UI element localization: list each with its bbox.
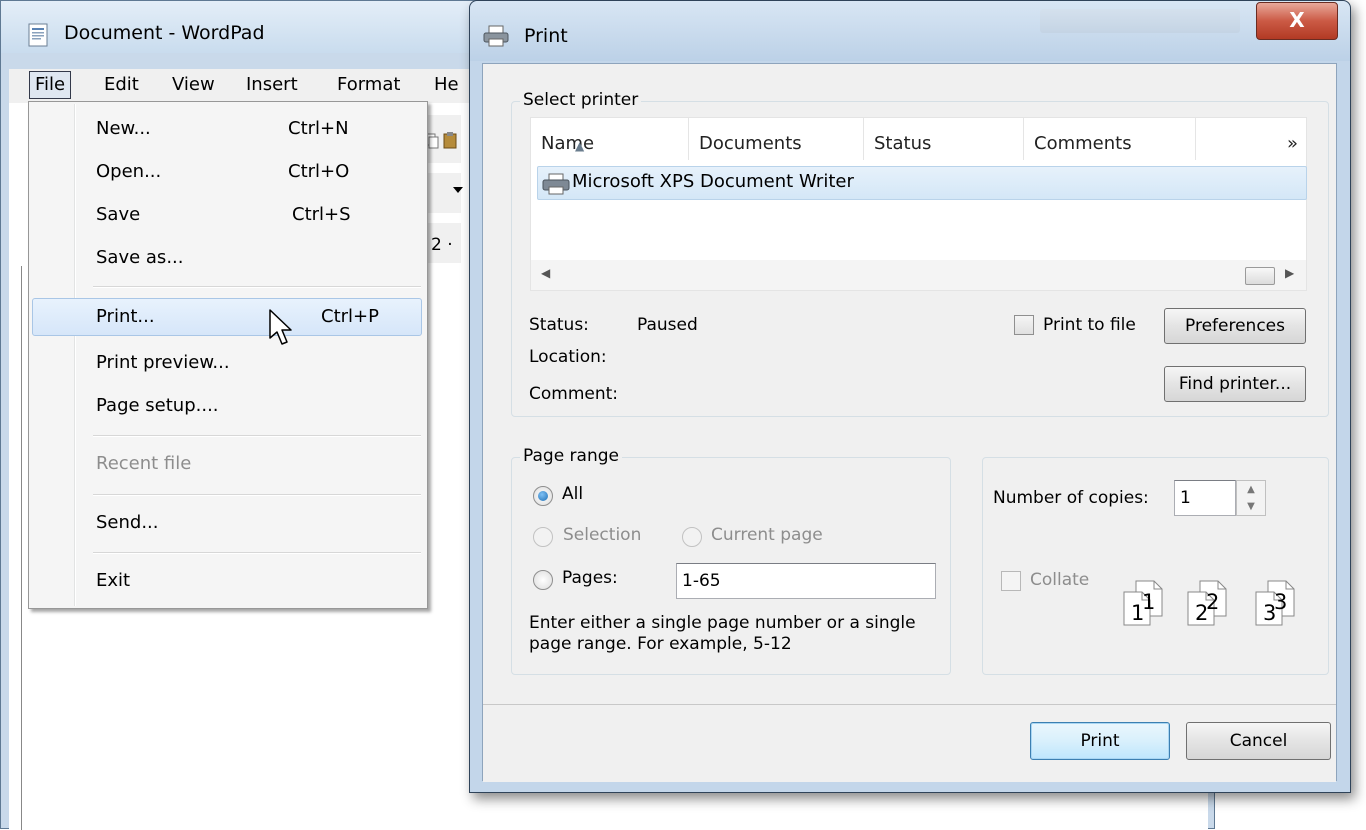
ruler-mark: 2 ·: [431, 235, 453, 255]
selection-radio: [533, 527, 553, 547]
print-button[interactable]: Print: [1030, 722, 1170, 760]
menu-item-exit[interactable]: Exit: [32, 562, 422, 600]
menu-item-print-preview[interactable]: Print preview...: [32, 344, 422, 382]
copies-input[interactable]: 1: [1174, 480, 1236, 516]
menu-item-new[interactable]: New... Ctrl+N: [32, 110, 422, 148]
printer-list[interactable]: ▲ Name Documents Status Comments » Micro…: [530, 117, 1307, 291]
wordpad-document-icon: [28, 23, 48, 47]
menu-item-label: Exit: [96, 570, 131, 591]
sort-ascending-icon: ▲: [575, 139, 585, 153]
group-title: Select printer: [520, 90, 642, 110]
menu-insert[interactable]: Insert: [241, 72, 303, 98]
group-title: Page range: [520, 446, 622, 466]
cancel-button[interactable]: Cancel: [1186, 722, 1331, 760]
column-comments[interactable]: Comments: [1024, 118, 1196, 160]
preferences-button[interactable]: Preferences: [1164, 308, 1306, 344]
current-page-label: Current page: [711, 525, 823, 545]
all-pages-label: All: [562, 484, 584, 504]
menu-item-label: Print...: [96, 306, 155, 327]
menu-item-recent-file: Recent file: [32, 445, 422, 483]
menu-item-save[interactable]: Save Ctrl+S: [32, 196, 422, 234]
scroll-thumb[interactable]: [1245, 267, 1275, 285]
list-header: ▲ Name Documents Status Comments »: [531, 118, 1306, 160]
pages-label: Pages:: [562, 568, 618, 588]
page-number: 3: [1274, 590, 1288, 614]
menu-item-label: Send...: [96, 512, 159, 533]
file-menu: New... Ctrl+N Open... Ctrl+O Save Ctrl+S…: [28, 101, 428, 609]
menu-item-open[interactable]: Open... Ctrl+O: [32, 153, 422, 191]
scroll-left-icon[interactable]: ◀: [541, 266, 550, 280]
horizontal-scrollbar[interactable]: ◀ ▶: [531, 260, 1306, 290]
menu-separator: [93, 286, 421, 288]
collate-checkbox: [1001, 571, 1021, 591]
column-name[interactable]: ▲ Name: [531, 118, 689, 160]
print-to-file-label: Print to file: [1043, 315, 1136, 335]
menu-item-shortcut: Ctrl+O: [288, 161, 350, 182]
location-label: Location:: [529, 347, 607, 367]
printer-name: Microsoft XPS Document Writer: [572, 171, 854, 192]
menu-item-label: Save: [96, 204, 141, 225]
status-label: Status:: [529, 315, 589, 335]
spin-up-icon[interactable]: ▲: [1237, 481, 1265, 498]
page-number: 1: [1142, 590, 1156, 614]
find-printer-button[interactable]: Find printer...: [1164, 366, 1306, 402]
menu-file[interactable]: File: [29, 71, 72, 99]
print-dialog-title: Print: [524, 25, 568, 47]
column-overflow-chevron[interactable]: »: [1196, 118, 1308, 160]
comment-label: Comment:: [529, 384, 619, 404]
all-pages-radio[interactable]: [533, 486, 553, 506]
collate-page-icon: 2 2: [1184, 580, 1228, 626]
menu-item-shortcut: Ctrl+P: [321, 306, 379, 327]
pages-radio[interactable]: [533, 570, 553, 590]
wordpad-title: Document - WordPad: [64, 22, 265, 44]
page-range-hint-line2: page range. For example, 5-12: [529, 634, 792, 654]
menu-item-save-as[interactable]: Save as...: [32, 239, 422, 277]
column-documents[interactable]: Documents: [689, 118, 864, 160]
menu-separator: [93, 494, 421, 496]
page-range-hint-line1: Enter either a single page number or a s…: [529, 613, 916, 633]
page-number: 2: [1206, 590, 1220, 614]
menu-item-label: Recent file: [96, 453, 192, 474]
collate-label: Collate: [1030, 570, 1090, 590]
menu-item-page-setup[interactable]: Page setup....: [32, 387, 422, 425]
menu-item-label: Print preview...: [96, 352, 230, 373]
menu-item-shortcut: Ctrl+N: [288, 118, 349, 139]
paste-icon[interactable]: [443, 131, 457, 149]
scroll-right-icon[interactable]: ▶: [1285, 266, 1294, 280]
chevron-down-icon: [453, 187, 463, 193]
window-controls: [1040, 9, 1240, 33]
copies-label: Number of copies:: [993, 488, 1149, 508]
print-to-file-checkbox[interactable]: [1014, 315, 1034, 335]
print-dialog-titlebar[interactable]: Print X: [470, 1, 1350, 61]
pages-input[interactable]: 1-65: [676, 563, 936, 599]
menu-item-label: Page setup....: [96, 395, 219, 416]
mouse-pointer-icon: [269, 309, 292, 345]
spin-down-icon[interactable]: ▼: [1237, 498, 1265, 515]
menu-item-label: Save as...: [96, 247, 184, 268]
menu-item-send[interactable]: Send...: [32, 504, 422, 542]
close-button[interactable]: X: [1256, 2, 1338, 40]
printer-row[interactable]: Microsoft XPS Document Writer: [537, 166, 1307, 200]
copies-spinner[interactable]: ▲ ▼: [1236, 480, 1266, 516]
menu-item-label: New...: [96, 118, 151, 139]
column-status[interactable]: Status: [864, 118, 1024, 160]
printer-icon: [483, 25, 509, 47]
selection-label: Selection: [563, 525, 642, 545]
menu-view[interactable]: View: [167, 72, 220, 98]
menu-help[interactable]: He: [429, 72, 464, 98]
menu-separator: [93, 435, 421, 437]
collate-page-icon: 1 1: [1120, 580, 1164, 626]
menu-edit[interactable]: Edit: [99, 72, 144, 98]
status-value: Paused: [637, 315, 698, 335]
printer-icon: [542, 173, 570, 195]
menu-format[interactable]: Format: [332, 72, 405, 98]
current-page-radio: [682, 527, 702, 547]
menu-separator: [93, 552, 421, 554]
menu-item-print[interactable]: Print... Ctrl+P: [32, 298, 422, 336]
collate-page-icon: 3 3: [1252, 580, 1296, 626]
menu-item-label: Open...: [96, 161, 162, 182]
menu-item-shortcut: Ctrl+S: [292, 204, 351, 225]
